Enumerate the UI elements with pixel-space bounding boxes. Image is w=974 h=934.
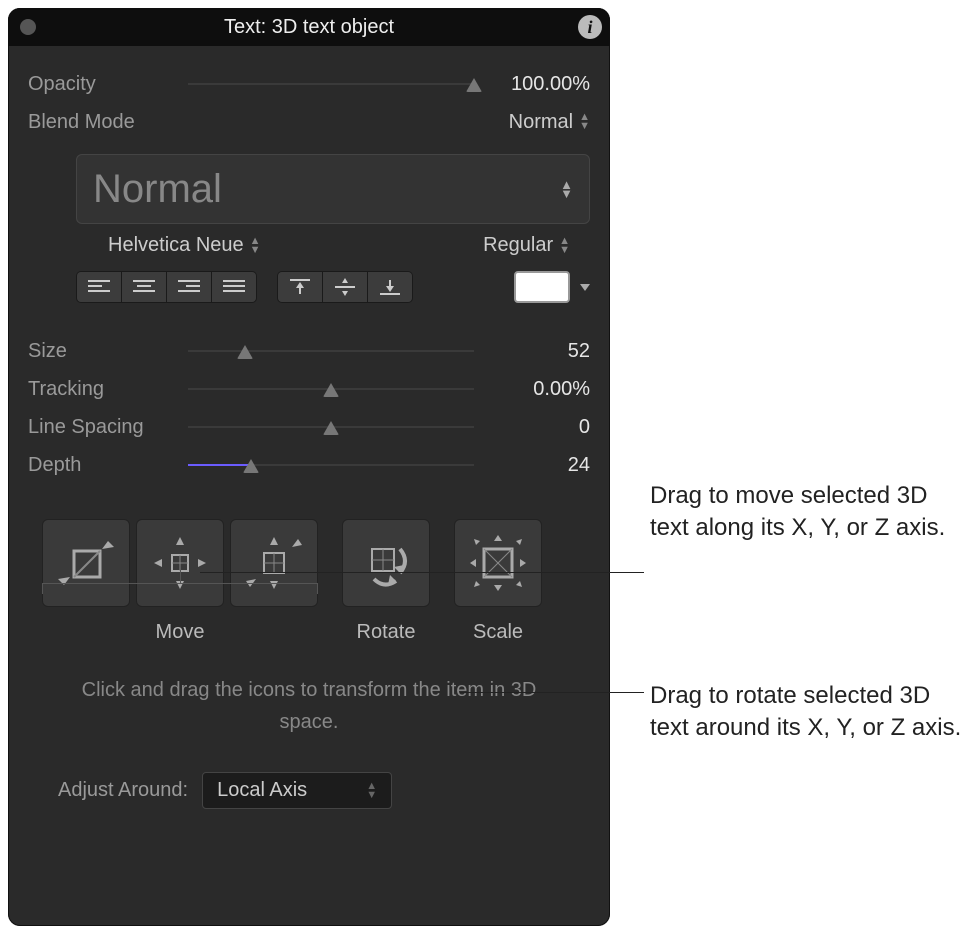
transform-hint: Click and drag the icons to transform th…	[68, 674, 550, 738]
blend-select[interactable]: Normal ▲▼	[509, 111, 590, 134]
font-weight-select[interactable]: Regular ▲▼	[483, 234, 570, 257]
depth-row: Depth 24	[28, 451, 590, 479]
opacity-label: Opacity	[28, 73, 188, 96]
callout-line-rotate	[460, 692, 644, 693]
rotate-label: Rotate	[357, 621, 416, 644]
scale-cluster: Scale	[454, 519, 542, 644]
chevron-updown-icon: ▲▼	[559, 237, 570, 255]
valign-middle-button[interactable]	[323, 272, 368, 302]
adjust-value: Local Axis	[217, 779, 307, 802]
font-family-select[interactable]: Helvetica Neue ▲▼	[108, 234, 261, 257]
tracking-label: Tracking	[28, 378, 188, 401]
move-label: Move	[156, 621, 205, 644]
adjust-around-select[interactable]: Local Axis ▲▼	[202, 772, 392, 809]
adjust-label: Adjust Around:	[58, 779, 188, 802]
move-bracket	[42, 583, 318, 584]
panel-body: Opacity 100.00% Blend Mode Normal ▲▼ Nor…	[8, 46, 610, 829]
size-label: Size	[28, 340, 188, 363]
adjust-row: Adjust Around: Local Axis ▲▼	[58, 772, 590, 809]
tracking-row: Tracking 0.00%	[28, 375, 590, 403]
align-justify-button[interactable]	[212, 272, 256, 302]
size-row: Size 52	[28, 337, 590, 365]
move-xy-button[interactable]	[136, 519, 224, 607]
depth-value: 24	[480, 454, 590, 477]
opacity-row: Opacity 100.00%	[28, 70, 590, 98]
opacity-value: 100.00%	[480, 73, 590, 96]
scale-label: Scale	[473, 621, 523, 644]
window-title: Text: 3D text object	[8, 16, 610, 39]
font-weight-value: Regular	[483, 234, 553, 257]
blend-row: Blend Mode Normal ▲▼	[28, 108, 590, 136]
blend-label: Blend Mode	[28, 111, 188, 134]
typeface-style-select[interactable]: Normal ▲▼	[76, 154, 590, 224]
align-center-button[interactable]	[122, 272, 167, 302]
blend-value: Normal	[509, 111, 573, 134]
size-value: 52	[480, 340, 590, 363]
scale-button[interactable]	[454, 519, 542, 607]
tracking-slider[interactable]	[188, 379, 474, 399]
color-swatch[interactable]	[514, 271, 570, 303]
inspector-panel: Text: 3D text object i Opacity 100.00% B…	[8, 8, 610, 926]
rotate-cluster: Rotate	[342, 519, 430, 644]
annotation-move: Drag to move selected 3D text along its …	[650, 480, 970, 545]
depth-slider[interactable]	[188, 455, 474, 475]
move-xyz-button[interactable]	[230, 519, 318, 607]
linespacing-row: Line Spacing 0	[28, 413, 590, 441]
titlebar: Text: 3D text object i	[8, 8, 610, 46]
chevron-updown-icon: ▲▼	[560, 180, 573, 198]
align-right-button[interactable]	[167, 272, 212, 302]
depth-label: Depth	[28, 454, 188, 477]
opacity-slider[interactable]	[188, 74, 474, 94]
linespacing-slider[interactable]	[188, 417, 474, 437]
valign-top-button[interactable]	[278, 272, 323, 302]
valign-bottom-button[interactable]	[368, 272, 412, 302]
chevron-updown-icon: ▲▼	[250, 237, 261, 255]
move-z-button[interactable]	[42, 519, 130, 607]
tracking-value: 0.00%	[480, 378, 590, 401]
linespacing-label: Line Spacing	[28, 416, 188, 439]
align-left-button[interactable]	[77, 272, 122, 302]
linespacing-value: 0	[480, 416, 590, 439]
rotate-button[interactable]	[342, 519, 430, 607]
chevron-updown-icon: ▲▼	[579, 113, 590, 131]
annotation-rotate: Drag to rotate selected 3D text around i…	[650, 680, 970, 745]
font-row: Helvetica Neue ▲▼ Regular ▲▼	[108, 234, 570, 257]
horizontal-align-group	[76, 271, 257, 303]
formatting-row	[76, 271, 590, 303]
size-slider[interactable]	[188, 341, 474, 361]
transform-tools: Move Rotate	[42, 519, 590, 644]
font-family-value: Helvetica Neue	[108, 234, 244, 257]
vertical-align-group	[277, 271, 413, 303]
callout-line-move	[200, 572, 644, 573]
chevron-updown-icon: ▲▼	[366, 782, 377, 800]
color-dropdown-icon[interactable]	[580, 284, 590, 291]
typeface-style-label: Normal	[93, 167, 222, 212]
